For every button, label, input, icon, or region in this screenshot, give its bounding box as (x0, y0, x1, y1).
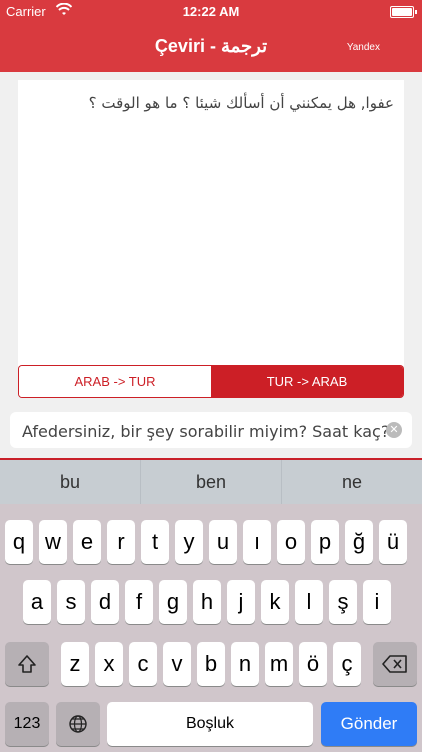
key-h[interactable]: h (193, 580, 221, 624)
key-ğ[interactable]: ğ (345, 520, 373, 564)
shift-icon (18, 655, 36, 673)
translation-input[interactable]: Afedersiniz, bir şey sorabilir miyim? Sa… (10, 412, 412, 448)
numbers-key[interactable]: 123 (5, 702, 49, 746)
key-q[interactable]: q (5, 520, 33, 564)
clock: 12:22 AM (182, 4, 240, 19)
header: Carrier 12:22 AM Çeviri - ترجمة Yandex (0, 0, 422, 72)
battery-icon (390, 6, 417, 18)
key-s[interactable]: s (57, 580, 85, 624)
key-ı[interactable]: ı (243, 520, 271, 564)
status-bar: Carrier 12:22 AM (0, 0, 422, 24)
source-text: عفوا, هل يمكنني أن أسألك شيئا ؟ ما هو ال… (88, 94, 394, 112)
backspace-key[interactable] (373, 642, 417, 686)
key-j[interactable]: j (227, 580, 255, 624)
key-r[interactable]: r (107, 520, 135, 564)
key-a[interactable]: a (23, 580, 51, 624)
send-key[interactable]: Gönder (321, 702, 417, 746)
key-ç[interactable]: ç (333, 642, 361, 686)
keyboard: bu ben ne qwertyuıopğü asdfghjklşi zxcvbnm… (0, 458, 422, 752)
key-o[interactable]: o (277, 520, 305, 564)
key-x[interactable]: x (95, 642, 123, 686)
key-z[interactable]: z (61, 642, 89, 686)
key-l[interactable]: l (295, 580, 323, 624)
key-e[interactable]: e (73, 520, 101, 564)
key-y[interactable]: y (175, 520, 203, 564)
key-v[interactable]: v (163, 642, 191, 686)
source-text-area[interactable]: عفوا, هل يمكنني أن أسألك شيئا ؟ ما هو ال… (18, 80, 404, 366)
suggestion-item[interactable]: ben (141, 460, 282, 504)
backspace-icon (382, 655, 407, 673)
suggestion-item[interactable]: ne (282, 460, 422, 504)
clear-icon[interactable]: ✕ (386, 422, 402, 438)
key-ş[interactable]: ş (329, 580, 357, 624)
provider-label[interactable]: Yandex (347, 42, 380, 53)
input-value: Afedersiniz, bir şey sorabilir miyim? Sa… (22, 422, 390, 441)
key-t[interactable]: t (141, 520, 169, 564)
key-u[interactable]: u (209, 520, 237, 564)
shift-key[interactable] (5, 642, 49, 686)
key-b[interactable]: b (197, 642, 225, 686)
tur-to-arab-button[interactable]: TUR -> ARAB (211, 366, 403, 397)
key-k[interactable]: k (261, 580, 289, 624)
suggestion-bar: bu ben ne (0, 460, 422, 504)
suggestion-item[interactable]: bu (0, 460, 141, 504)
arab-to-tur-button[interactable]: ARAB -> TUR (19, 366, 211, 397)
key-ö[interactable]: ö (299, 642, 327, 686)
space-key[interactable]: Boşluk (107, 702, 313, 746)
globe-key[interactable] (56, 702, 100, 746)
key-f[interactable]: f (125, 580, 153, 624)
key-w[interactable]: w (39, 520, 67, 564)
key-c[interactable]: c (129, 642, 157, 686)
key-n[interactable]: n (231, 642, 259, 686)
key-i[interactable]: i (363, 580, 391, 624)
direction-toggle: ARAB -> TUR TUR -> ARAB (18, 365, 404, 398)
key-ü[interactable]: ü (379, 520, 407, 564)
globe-icon (69, 715, 87, 733)
key-d[interactable]: d (91, 580, 119, 624)
key-m[interactable]: m (265, 642, 293, 686)
key-p[interactable]: p (311, 520, 339, 564)
key-g[interactable]: g (159, 580, 187, 624)
